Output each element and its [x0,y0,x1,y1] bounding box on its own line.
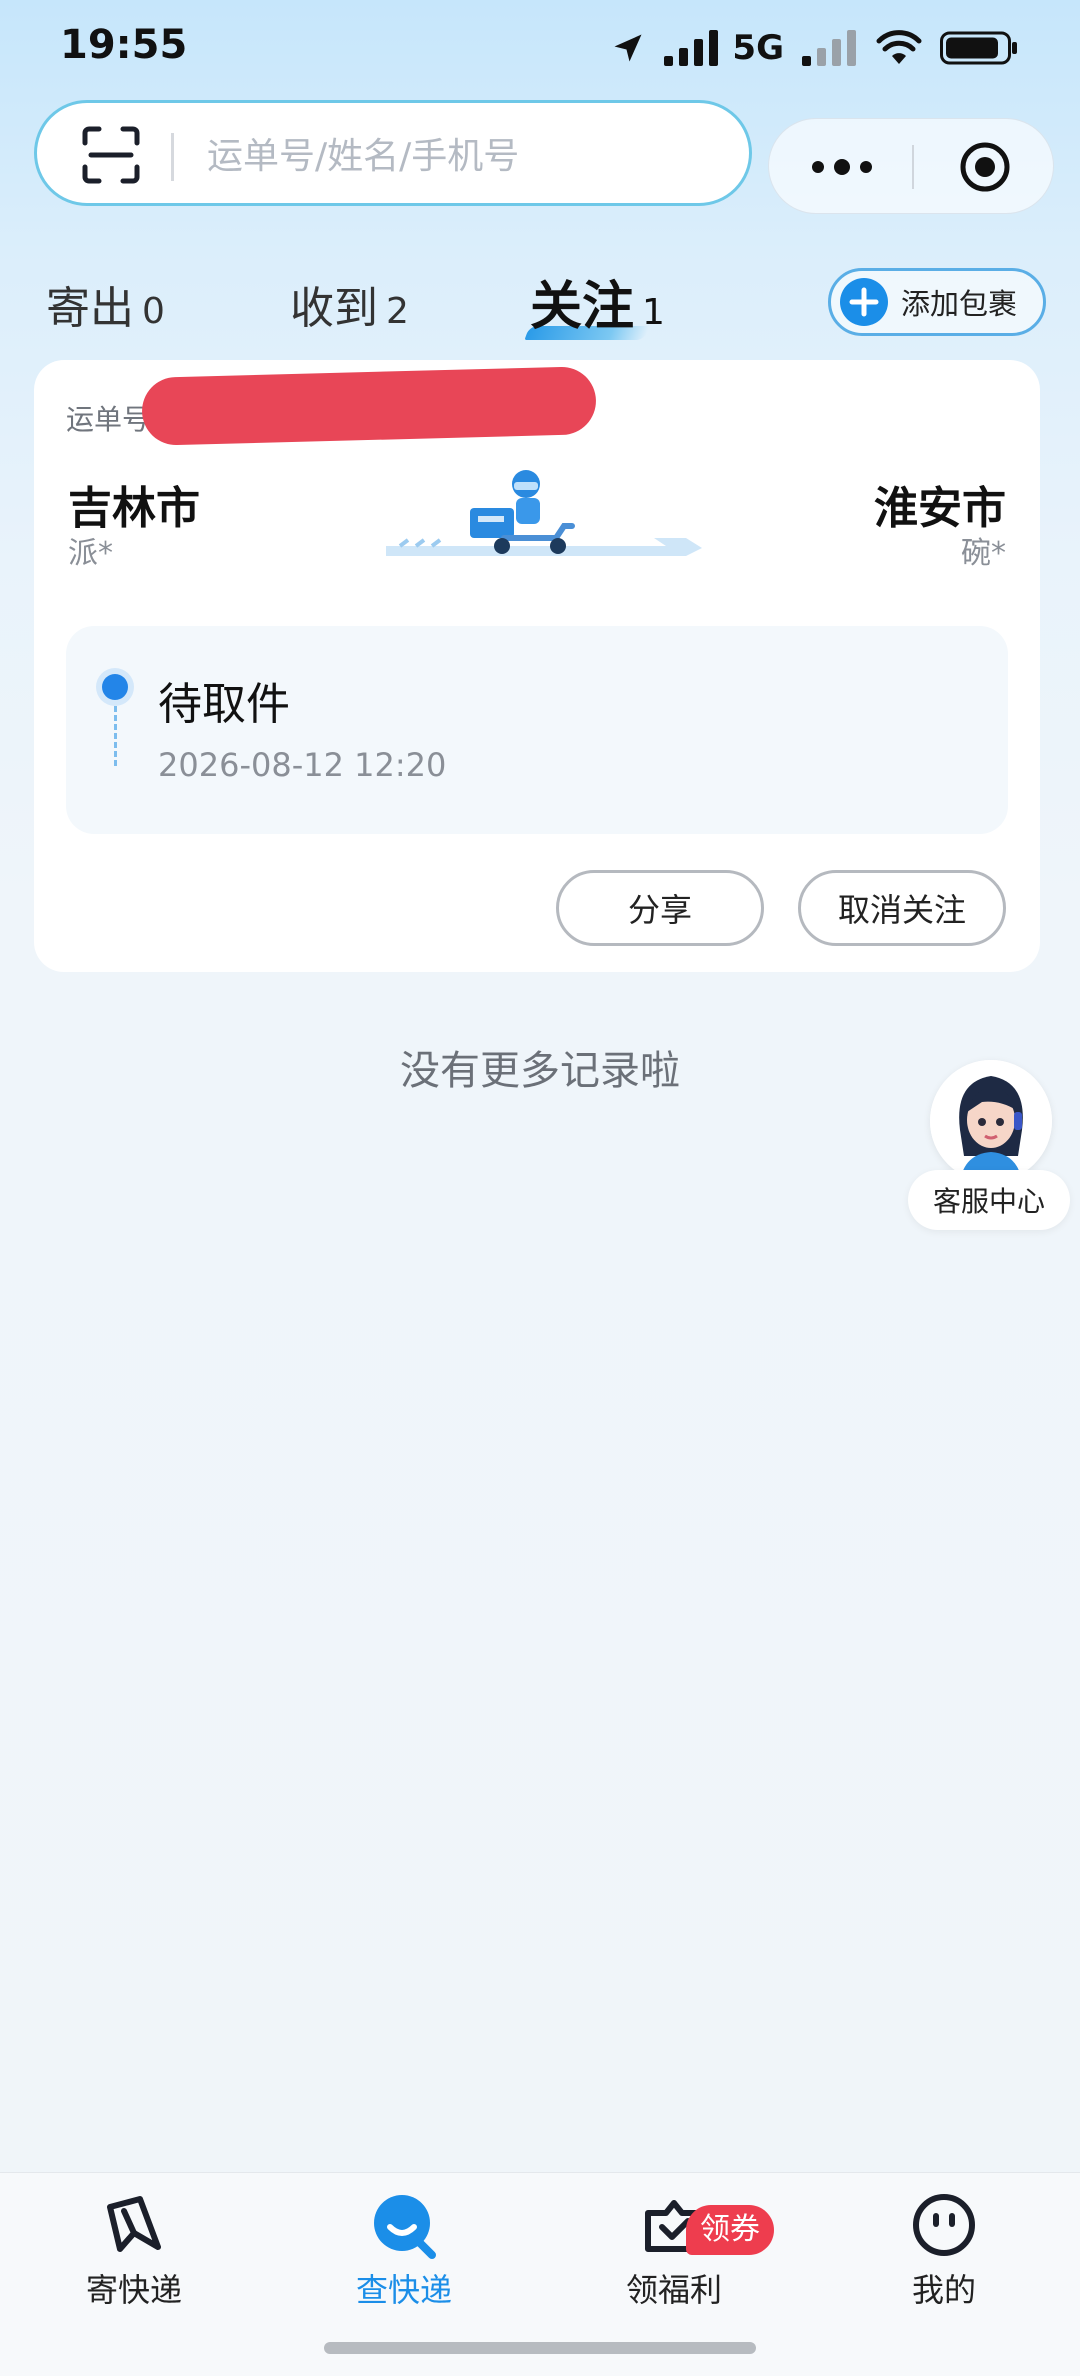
nav-label: 查快递 [355,2271,452,2309]
tab-received[interactable]: 收到 2 [290,272,409,336]
status-icons: 5G [610,24,1018,72]
search-divider [171,133,174,181]
tracking-status-panel[interactable]: 待取件 2026-08-12 12:20 [66,626,1008,834]
tab-sent[interactable]: 寄出 0 [46,272,165,336]
nav-benefits[interactable]: 领福利 领券 [574,2191,774,2311]
status-time: 19:55 [60,22,188,68]
search-box[interactable] [34,100,752,206]
tab-label: 收到 [290,283,378,334]
status-dot [102,674,128,700]
tab-following[interactable]: 关注 1 [530,264,665,339]
redaction-mark [141,366,597,446]
tab-label: 寄出 [46,283,134,334]
search-input[interactable] [207,129,727,183]
capsule-divider [912,145,914,189]
mini-program-capsule [768,118,1054,214]
sender-name: 派* [68,536,113,571]
home-indicator[interactable] [324,2342,756,2354]
plus-circle-icon [840,278,888,326]
nav-track-package[interactable]: 查快递 [304,2191,504,2311]
tab-label: 关注 [530,277,635,337]
send-package-icon [107,2196,161,2252]
scan-icon[interactable] [81,125,141,185]
status-timestamp: 2026-08-12 12:20 [158,746,447,784]
location-arrow-icon [614,34,642,62]
tab-count: 2 [386,291,409,332]
status-bar: 19:55 5G [0,0,1080,96]
destination-city: 淮安市 [874,483,1006,534]
profile-face-icon [913,2194,975,2256]
nav-label: 寄快递 [85,2271,182,2309]
nav-label: 领福利 [625,2271,722,2309]
status-title: 待取件 [158,679,290,730]
recipient-name: 碗* [961,536,1006,571]
nav-send-package[interactable]: 寄快递 [34,2191,234,2311]
more-dots-icon[interactable] [809,143,875,191]
target-icon[interactable] [959,141,1011,193]
share-button[interactable]: 分享 [556,870,764,946]
origin-city: 吉林市 [68,483,200,534]
customer-service-label: 客服中心 [908,1170,1070,1230]
battery-icon [940,31,1017,65]
agent-avatar-icon [930,1060,1052,1182]
status-timeline [114,706,117,766]
customer-service-button[interactable]: 客服中心 [908,1060,1070,1240]
package-card[interactable]: 运单号: 吉林市 派* 淮安市 碗* 待取件 2026-08-12 12:20 … [34,360,1040,972]
nav-label: 我的 [911,2271,976,2309]
add-package-button[interactable]: 添加包裹 [828,268,1046,336]
add-package-label: 添加包裹 [901,287,1018,321]
tab-count: 1 [642,292,665,333]
unfollow-button[interactable]: 取消关注 [798,870,1006,946]
search-package-icon [374,2195,436,2259]
courier-scooter-icon [386,470,702,556]
signal-icon [664,30,719,66]
tab-count: 0 [142,291,165,332]
wifi-icon [876,30,922,64]
signal-weak-icon [802,30,856,66]
coupon-badge: 领券 [686,2205,774,2255]
nav-profile[interactable]: 我的 [844,2191,1044,2311]
customer-service-avatar [930,1060,1052,1182]
network-type: 5G [732,28,784,68]
